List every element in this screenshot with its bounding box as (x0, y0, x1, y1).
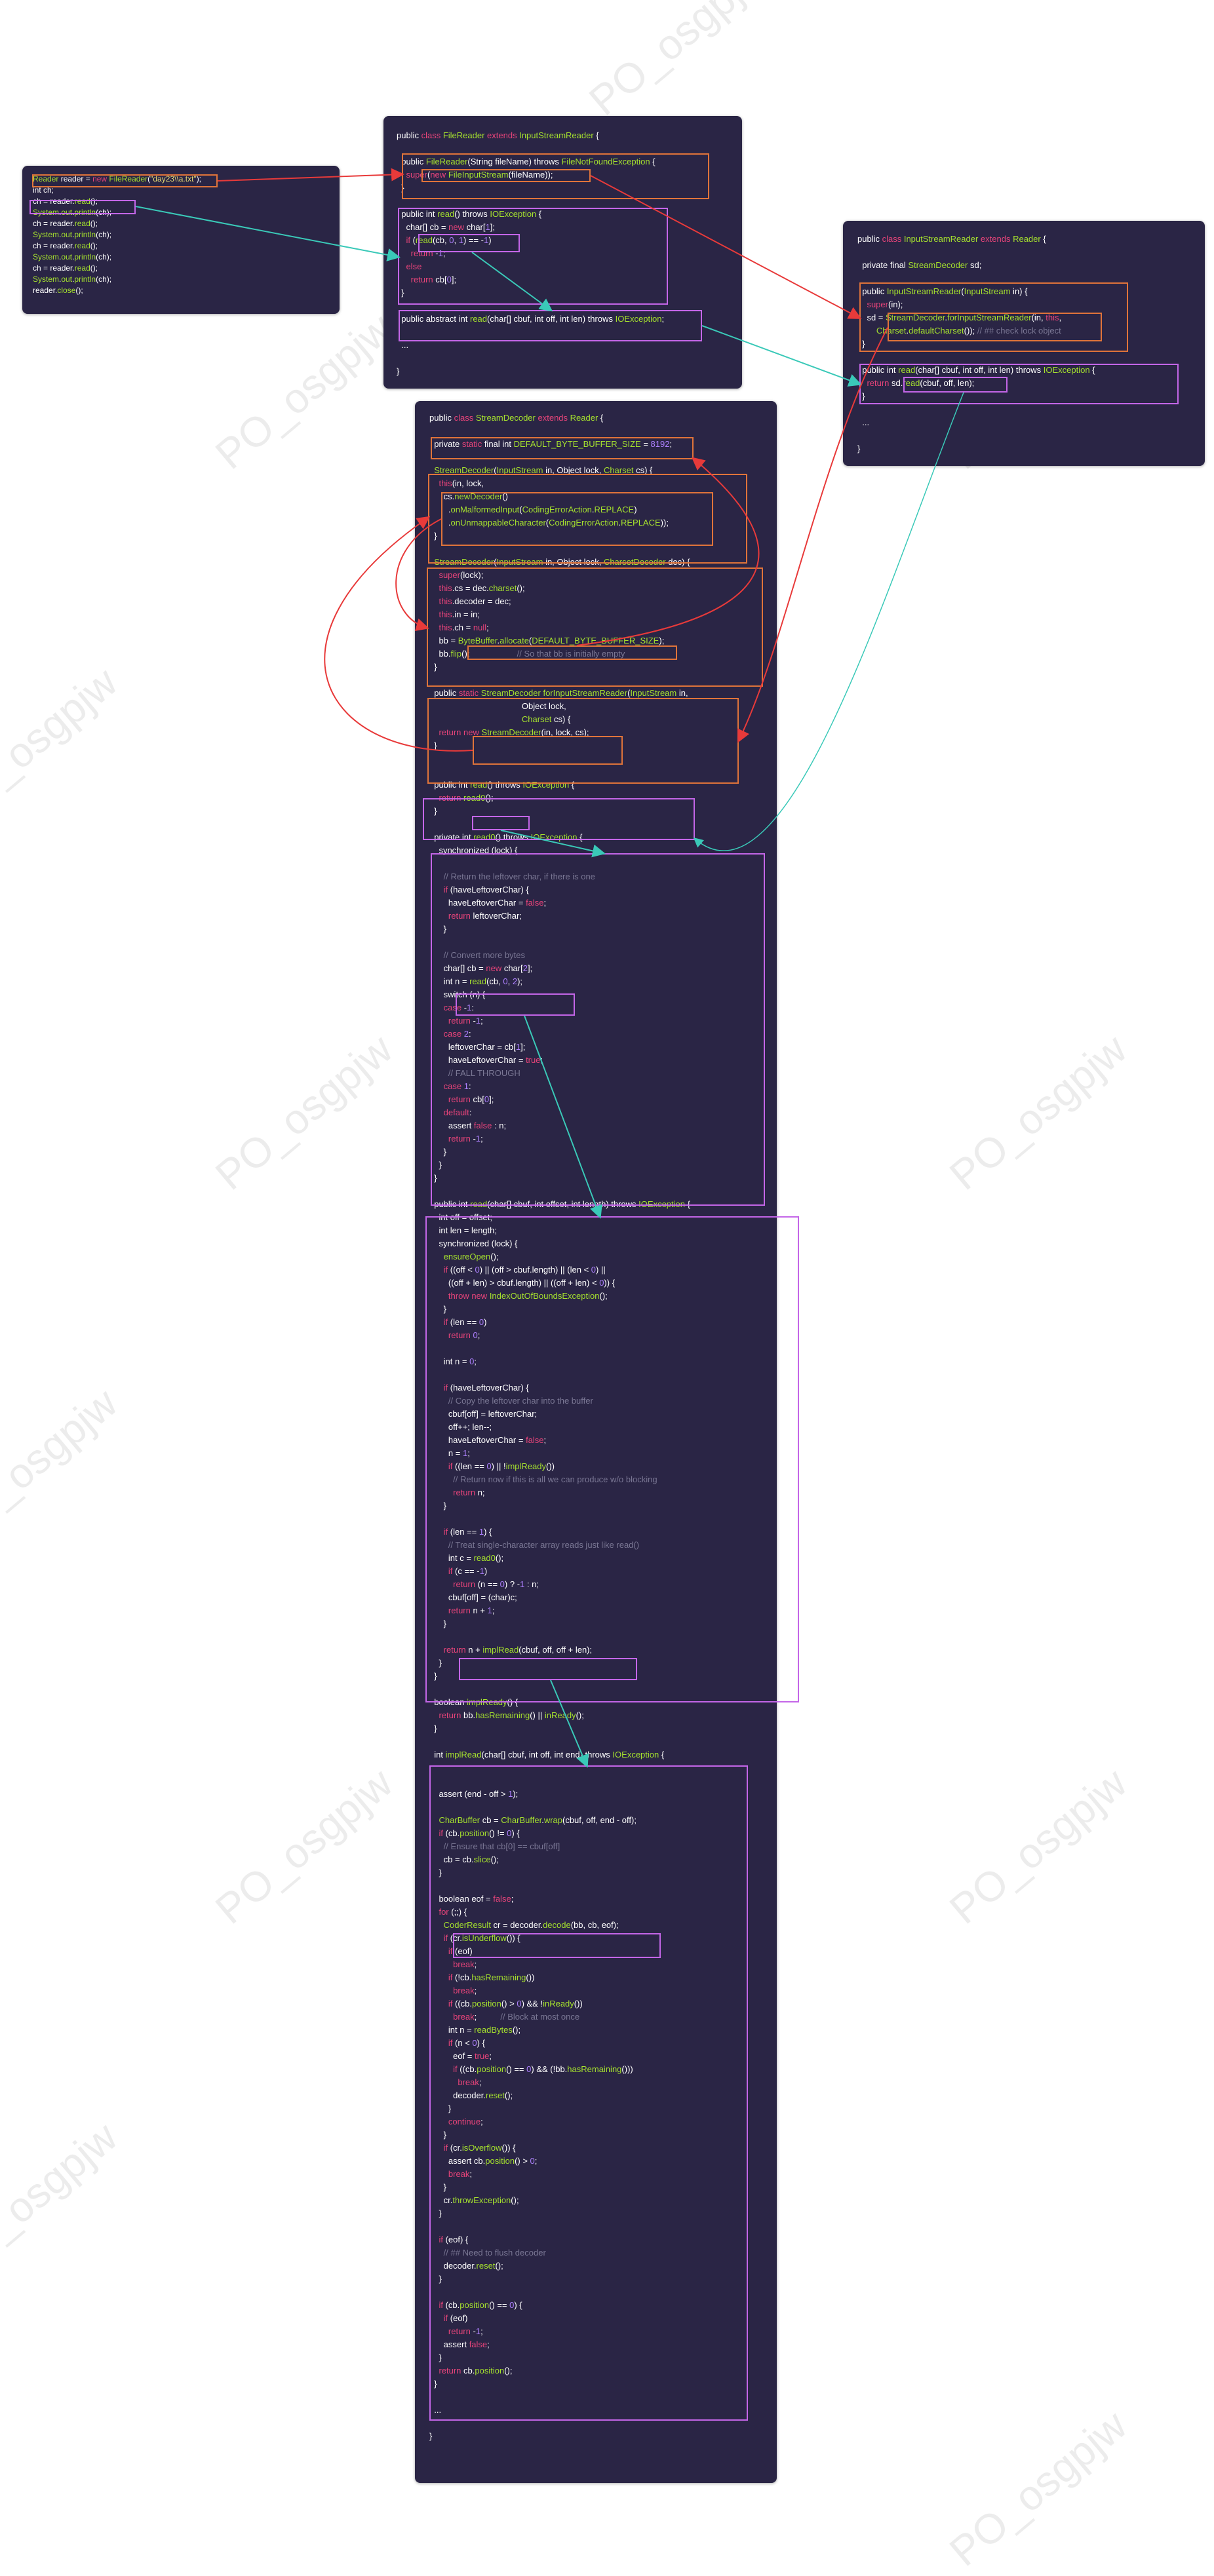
highlight-super-call (421, 169, 591, 182)
code-line: ch = reader.read(); (33, 219, 98, 228)
code-line: private final StreamDecoder sd; (857, 260, 982, 270)
code-line: } (857, 444, 861, 453)
code-main: Reader reader = new FileReader("day23\\a… (33, 174, 201, 296)
watermark: PO_osgpjw (580, 0, 775, 125)
highlight-impl-read (429, 1765, 748, 2421)
highlight-sd-read-call (903, 377, 1008, 393)
highlight-impl-read-call (459, 1658, 637, 1680)
highlight-read0 (431, 853, 765, 1206)
highlight-new-sd (473, 736, 623, 765)
watermark: PO_osgpjw (941, 2401, 1136, 2575)
code-line: public class FileReader extends InputStr… (397, 130, 599, 140)
code-line: } (397, 366, 400, 376)
watermark: PO_osgpjw (0, 1379, 127, 1553)
highlight-buffer-size (431, 437, 694, 459)
code-line: System.out.println(ch); (33, 252, 112, 261)
highlight-decode (453, 1933, 661, 1958)
code-line: public class StreamDecoder extends Reade… (429, 413, 604, 423)
code-line: int implRead(char[] cbuf, int off, int e… (429, 1750, 665, 1759)
highlight-allocate (467, 645, 677, 660)
code-line: return bb.hasRemaining() || inReady(); (439, 1710, 584, 1720)
panel-main-code: Reader reader = new FileReader("day23\\a… (22, 166, 340, 314)
highlight-sd-constructor-2 (427, 567, 763, 687)
watermark: PO_osgpjw (0, 2113, 127, 2287)
highlight-read-call (418, 234, 520, 252)
code-line: public class InputStreamReader extends R… (857, 234, 1046, 244)
code-line: System.out.println(ch); (33, 230, 112, 239)
highlight-abstract-read (399, 310, 702, 341)
watermark: PO_osgpjw (941, 1759, 1136, 1933)
code-line: ... (857, 417, 870, 427)
watermark: PO_osgpjw (206, 1025, 402, 1199)
highlight-fisr-call (888, 313, 1102, 341)
watermark: PO_osgpjw (941, 1025, 1136, 1199)
code-line: ch = reader.read(); (33, 241, 98, 250)
code-line: System.out.println(ch); (33, 275, 112, 284)
code-line: ch = reader.read(); (33, 263, 98, 273)
highlight-main-read (29, 200, 136, 214)
watermark: PO_osgpjw (206, 1759, 402, 1933)
highlight-filereader-new (32, 174, 218, 187)
code-line: } (429, 1723, 437, 1733)
highlight-this-call (441, 492, 713, 546)
highlight-sd-read (423, 798, 695, 840)
watermark: PO_osgpjw (0, 658, 127, 832)
watermark: PO_osgpjw (206, 304, 402, 478)
highlight-filereader-read (398, 208, 668, 305)
highlight-read-offset (425, 1216, 799, 1702)
highlight-read0-call (472, 816, 530, 830)
code-line: } (429, 2431, 433, 2441)
highlight-read-cb (456, 993, 575, 1016)
code-line: reader.close(); (33, 286, 83, 295)
